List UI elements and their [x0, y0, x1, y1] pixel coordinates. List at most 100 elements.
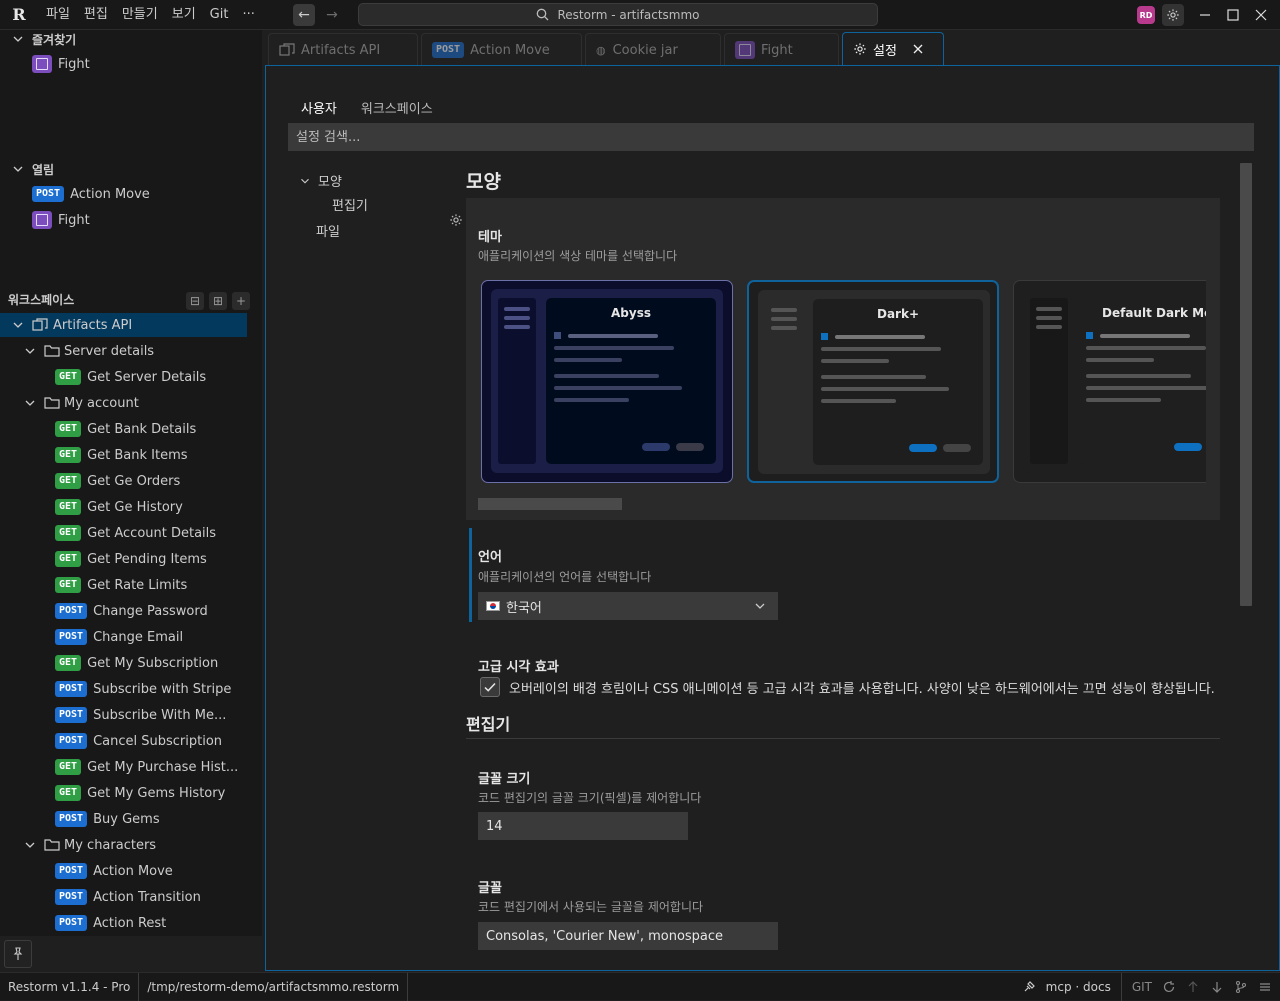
menu-more[interactable]: ··· [235, 0, 261, 30]
tab-cookie-jar[interactable]: ◍ Cookie jar [585, 33, 721, 66]
app-logo: R [12, 5, 26, 24]
request-row[interactable]: GET Get Bank Items [0, 443, 262, 467]
scope-workspace[interactable]: 워크스페이스 [349, 96, 445, 125]
minimize-icon[interactable] [1197, 7, 1213, 23]
tab-artifacts-api[interactable]: Artifacts API [268, 33, 418, 66]
request-row[interactable]: POST Change Email [0, 625, 262, 649]
method-badge: GET [55, 369, 82, 385]
theme-card-clip: Default Dark Mode [1013, 280, 1206, 483]
command-center[interactable]: Restorm - artifactsmmo [358, 3, 878, 26]
theme-name: Dark+ [876, 307, 919, 321]
maximize-icon[interactable] [1225, 7, 1241, 23]
effects-checkbox[interactable] [480, 677, 500, 697]
theme-card-abyss[interactable]: Abyss [481, 280, 733, 483]
request-row[interactable]: GET Get Server Details [0, 365, 262, 389]
push-icon[interactable] [1186, 980, 1200, 994]
folder-row[interactable]: My characters [0, 833, 262, 857]
request-row[interactable]: POST Action Rest [0, 911, 262, 935]
workspace-root[interactable]: Artifacts API [0, 313, 247, 337]
open-header[interactable]: 열림 [0, 158, 262, 180]
toc-editor[interactable]: 편집기 [332, 195, 368, 214]
request-row[interactable]: GET Get Pending Items [0, 547, 262, 571]
method-badge: POST [55, 811, 88, 827]
status-separator [407, 972, 409, 1001]
chevron-down-icon [755, 603, 765, 609]
chevron-down-icon [13, 36, 23, 42]
pin-icon[interactable] [4, 940, 32, 968]
version-label: Restorm v1.1.4 - Pro [8, 979, 131, 994]
menu-git[interactable]: Git [203, 0, 236, 30]
avatar[interactable]: RD [1137, 6, 1155, 24]
request-row[interactable]: GET Get My Purchase Hist... [0, 755, 262, 779]
request-row[interactable]: GET Get Bank Details [0, 417, 262, 441]
api-icon [279, 43, 295, 56]
theme-card-default-dark[interactable]: Default Dark Mode [1013, 280, 1206, 483]
folder-row[interactable]: My account [0, 391, 262, 415]
menu-edit[interactable]: 편집 [77, 0, 115, 30]
tab-settings[interactable]: 설정 [842, 32, 944, 66]
collapse-all-icon[interactable]: ⊟ [186, 292, 204, 310]
chevron-down-icon [25, 400, 35, 406]
close-icon[interactable] [913, 44, 923, 54]
request-label: Get Bank Details [87, 421, 197, 437]
forward-arrow-icon[interactable]: → [321, 4, 343, 26]
method-badge: POST [55, 889, 88, 905]
gear-icon[interactable] [1162, 4, 1184, 26]
tab-action-move[interactable]: POST Action Move [421, 33, 582, 66]
request-row[interactable]: POST Change Password [0, 599, 262, 623]
refresh-icon[interactable] [1162, 980, 1176, 994]
menu-view[interactable]: 보기 [165, 0, 203, 30]
font-input[interactable] [478, 922, 778, 950]
font-size-input[interactable] [478, 812, 688, 840]
section-heading-editor: 편집기 [466, 715, 511, 734]
settings-scrollbar[interactable] [1240, 163, 1252, 606]
tab-fight[interactable]: Fight [724, 33, 839, 66]
request-row[interactable]: GET Get Ge Orders [0, 469, 262, 493]
add-icon[interactable]: + [232, 292, 250, 310]
open-item-action-move[interactable]: POST Action Move [0, 182, 262, 206]
method-badge: GET [55, 759, 82, 775]
open-item-fight[interactable]: Fight [0, 208, 262, 232]
theme-card-dark-plus[interactable]: Dark+ [747, 280, 999, 483]
open-item-label: Action Move [70, 186, 150, 202]
toc-file[interactable]: 파일 [316, 221, 340, 240]
request-row[interactable]: POST Action Transition [0, 885, 262, 909]
pull-icon[interactable] [1210, 980, 1224, 994]
request-row[interactable]: GET Get My Gems History [0, 781, 262, 805]
favorites-header[interactable]: 즐겨찾기 [0, 30, 262, 50]
menu-file[interactable]: 파일 [39, 0, 77, 30]
back-arrow-icon[interactable]: ← [293, 4, 315, 26]
add-folder-icon[interactable]: ⊞ [209, 292, 227, 310]
scope-user[interactable]: 사용자 [289, 96, 349, 125]
request-row[interactable]: POST Action Move [0, 859, 262, 883]
mcp-status[interactable]: mcp · docs [1046, 980, 1111, 994]
method-badge: GET [55, 655, 82, 671]
fight-icon [735, 41, 755, 59]
request-label: Get Ge Orders [87, 473, 181, 489]
menu-create[interactable]: 만들기 [115, 0, 165, 30]
request-row[interactable]: GET Get Ge History [0, 495, 262, 519]
language-desc: 애플리케이션의 언어를 선택합니다 [478, 570, 652, 584]
close-window-icon[interactable] [1253, 7, 1269, 23]
language-select[interactable]: 한국어 [478, 592, 778, 620]
lines-icon[interactable] [1258, 980, 1272, 994]
title-bar: R 파일 편집 만들기 보기 Git ··· ← → Restorm - art… [0, 0, 1280, 30]
divider [466, 738, 1220, 739]
cookie-icon: ◍ [596, 43, 606, 57]
settings-editor: 사용자 워크스페이스 모양 편집기 파일 모양 테마 애플리케이션의 색상 테마… [265, 65, 1280, 971]
branch-icon[interactable] [1234, 980, 1248, 994]
settings-search-input[interactable] [288, 123, 1254, 151]
request-row[interactable]: GET Get Account Details [0, 521, 262, 545]
request-row[interactable]: GET Get Rate Limits [0, 573, 262, 597]
theme-scrollbar[interactable] [478, 498, 622, 510]
request-row[interactable]: POST Buy Gems [0, 807, 262, 831]
request-row[interactable]: GET Get My Subscription [0, 651, 262, 675]
file-path[interactable]: /tmp/restorm-demo/artifactsmmo.restorm [139, 973, 407, 1001]
toc-appearance[interactable]: 모양 [298, 171, 342, 190]
request-row[interactable]: POST Subscribe With Me... [0, 703, 262, 727]
folder-row[interactable]: Server details [0, 339, 262, 363]
request-row[interactable]: POST Subscribe with Stripe [0, 677, 262, 701]
favorite-item-fight[interactable]: Fight [0, 52, 262, 76]
setting-gear-icon[interactable] [449, 213, 463, 227]
request-row[interactable]: POST Cancel Subscription [0, 729, 262, 753]
